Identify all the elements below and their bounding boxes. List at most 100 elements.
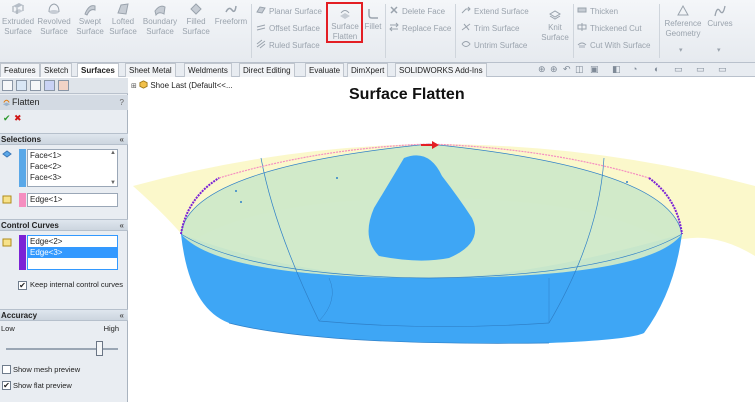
accuracy-section-header[interactable]: Accuracy « xyxy=(0,309,128,321)
extend-surface-button[interactable]: Extend Surface xyxy=(461,4,529,20)
keep-internal-checkbox[interactable]: ✔ xyxy=(18,281,27,290)
view-settings-icon[interactable]: ▭ xyxy=(696,64,705,76)
cancel-button[interactable]: ✖ xyxy=(14,113,22,124)
tab-solidworks-add-ins[interactable]: SOLIDWORKS Add-Ins xyxy=(395,63,487,77)
property-manager-tab-icon[interactable] xyxy=(16,80,27,91)
offset-surface-icon xyxy=(256,24,266,31)
reference-geometry-button[interactable]: Reference Geometry xyxy=(662,4,704,39)
list-item[interactable]: Face<3> xyxy=(28,172,117,183)
list-item-selected[interactable]: Edge<3> xyxy=(28,247,117,258)
zoom-area-icon[interactable]: ⊕ xyxy=(550,64,558,76)
view-orientation-icon[interactable]: ▣ xyxy=(590,64,599,76)
cut-with-surface-icon xyxy=(577,42,587,48)
accuracy-slider-track[interactable] xyxy=(6,341,118,356)
tab-weldments[interactable]: Weldments xyxy=(184,63,232,77)
scene-icon[interactable]: ▭ xyxy=(674,64,683,76)
tab-sheet-metal[interactable]: Sheet Metal xyxy=(125,63,176,77)
zoom-to-fit-icon[interactable]: ⊕ xyxy=(538,64,546,76)
extruded-surface-button[interactable]: Extruded Surface xyxy=(2,2,34,37)
freeform-icon xyxy=(225,5,237,13)
fillet-icon xyxy=(368,9,378,19)
thicken-icon xyxy=(577,7,587,13)
swept-surface-button[interactable]: Swept Surface xyxy=(76,2,104,37)
control-curves-section-header[interactable]: Control Curves « xyxy=(0,219,128,231)
property-manager-panel: Flatten ? ✔ ✖ Selections « Face<1> Face<… xyxy=(0,78,128,402)
ok-button[interactable]: ✔ xyxy=(3,113,11,124)
show-flat-preview-checkbox[interactable]: ✔ xyxy=(2,381,11,390)
edge-color-swatch xyxy=(19,193,26,207)
edge-selection-list[interactable]: Edge<1> xyxy=(27,193,118,207)
collapse-icon[interactable]: « xyxy=(120,134,124,146)
list-item[interactable]: Face<1> xyxy=(28,150,117,161)
display-manager-tab-icon[interactable] xyxy=(58,80,69,91)
section-view-icon[interactable]: ◫ xyxy=(575,64,584,76)
tab-evaluate[interactable]: Evaluate xyxy=(305,63,345,77)
tab-dimxpert[interactable]: DimXpert xyxy=(347,63,389,77)
help-icon[interactable]: ? xyxy=(120,95,124,110)
show-mesh-preview-checkbox[interactable] xyxy=(2,365,11,374)
delete-face-button[interactable]: Delete Face xyxy=(389,4,445,20)
fillet-button[interactable]: Fillet xyxy=(363,7,383,32)
untrim-surface-icon xyxy=(461,41,471,47)
vertex-selection-icon xyxy=(2,195,12,204)
thickened-cut-button[interactable]: Thickened Cut xyxy=(577,21,642,37)
boundary-surface-icon xyxy=(154,5,166,16)
lofted-surface-button[interactable]: Lofted Surface xyxy=(107,2,139,37)
freeform-button[interactable]: Freeform xyxy=(213,2,249,27)
configuration-manager-tab-icon[interactable] xyxy=(30,80,41,91)
ribbon-separator xyxy=(659,4,660,58)
list-item[interactable]: Edge<2> xyxy=(28,236,117,247)
extend-surface-icon xyxy=(461,6,471,14)
replace-face-button[interactable]: Replace Face xyxy=(389,21,451,37)
command-manager-tabs: Features Sketch Surfaces Sheet Metal Wel… xyxy=(0,63,755,77)
tab-features[interactable]: Features xyxy=(0,63,40,77)
curves-button[interactable]: Curves xyxy=(705,4,735,29)
collapse-icon[interactable]: « xyxy=(120,310,124,322)
ruled-surface-icon xyxy=(256,39,266,49)
extruded-surface-icon xyxy=(12,3,24,14)
list-item[interactable]: Edge<1> xyxy=(28,194,117,205)
accuracy-slider-thumb[interactable] xyxy=(96,341,103,356)
knit-surface-button[interactable]: Knit Surface xyxy=(538,8,572,43)
planar-surface-button[interactable]: Planar Surface xyxy=(256,4,322,20)
curves-dropdown[interactable]: ▾ xyxy=(717,46,721,54)
lofted-surface-icon xyxy=(117,3,129,15)
reference-geometry-dropdown[interactable]: ▾ xyxy=(679,46,683,54)
filled-surface-icon xyxy=(190,3,202,15)
dimxpert-manager-tab-icon[interactable] xyxy=(44,80,55,91)
untrim-surface-button[interactable]: Untrim Surface xyxy=(461,38,527,54)
tab-sketch[interactable]: Sketch xyxy=(40,63,73,77)
display-pane-icon[interactable]: ▭ xyxy=(718,64,727,76)
feature-manager-tab-icon[interactable] xyxy=(2,80,13,91)
collapse-icon[interactable]: « xyxy=(120,220,124,232)
edit-appearance-icon[interactable]: ◐ xyxy=(654,64,659,76)
ribbon-separator xyxy=(573,4,574,58)
selections-section-header[interactable]: Selections « xyxy=(0,133,128,145)
boundary-surface-button[interactable]: Boundary Surface xyxy=(141,2,179,37)
control-curves-list[interactable]: Edge<2> Edge<3> xyxy=(27,235,118,270)
faces-selection-list[interactable]: Face<1> Face<2> Face<3> ▲ ▼ xyxy=(27,149,118,187)
revolved-surface-button[interactable]: Revolved Surface xyxy=(36,2,72,37)
scroll-down-icon[interactable]: ▼ xyxy=(110,180,116,186)
planar-surface-icon xyxy=(256,6,266,14)
offset-surface-button[interactable]: Offset Surface xyxy=(256,21,320,37)
control-curves-color-swatch xyxy=(19,235,26,270)
graphics-viewport[interactable]: ⊞ Shoe Last (Default<<... Surface Flatte… xyxy=(129,78,755,402)
scroll-up-icon[interactable]: ▲ xyxy=(110,150,116,156)
ruled-surface-button[interactable]: Ruled Surface xyxy=(256,38,320,54)
filled-surface-button[interactable]: Filled Surface xyxy=(181,2,211,37)
tab-surfaces[interactable]: Surfaces xyxy=(77,63,119,77)
delete-face-icon xyxy=(390,6,398,14)
trim-surface-button[interactable]: Trim Surface xyxy=(461,21,520,37)
surface-flatten-icon xyxy=(2,99,11,107)
display-style-icon[interactable]: ◧ xyxy=(612,64,621,76)
thicken-button[interactable]: Thicken xyxy=(577,4,618,20)
previous-view-icon[interactable]: ↶ xyxy=(563,64,571,76)
tab-direct-editing[interactable]: Direct Editing xyxy=(239,63,295,77)
feature-title: Flatten xyxy=(12,97,40,107)
hide-show-items-icon[interactable]: ◔ xyxy=(632,64,637,76)
accuracy-low-label: Low xyxy=(1,324,15,333)
face-selection-icon xyxy=(2,150,12,158)
list-item[interactable]: Face<2> xyxy=(28,161,117,172)
cut-with-surface-button[interactable]: Cut With Surface xyxy=(577,38,650,54)
